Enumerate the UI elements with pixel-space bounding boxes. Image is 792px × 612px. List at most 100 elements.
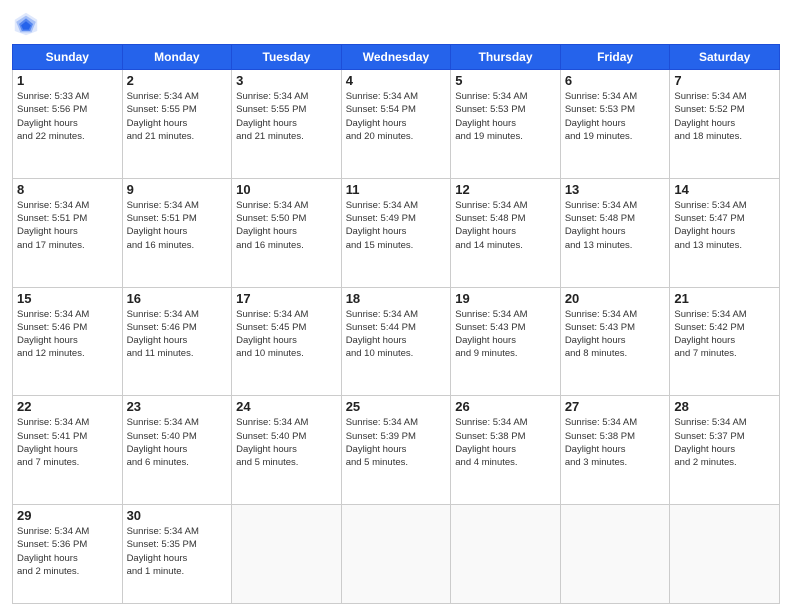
sunrise-label: Sunrise: 5:34 AM (127, 526, 199, 537)
daylight-label: Daylight hours (565, 226, 626, 237)
table-row: 24 Sunrise: 5:34 AM Sunset: 5:40 PM Dayl… (232, 396, 342, 505)
table-row: 12 Sunrise: 5:34 AM Sunset: 5:48 PM Dayl… (451, 178, 561, 287)
daylight-label: Daylight hours (674, 335, 735, 346)
sunset-label: Sunset: 5:51 PM (17, 213, 87, 224)
table-row: 29 Sunrise: 5:34 AM Sunset: 5:36 PM Dayl… (13, 505, 123, 604)
sunrise-label: Sunrise: 5:34 AM (565, 309, 637, 320)
sunset-label: Sunset: 5:38 PM (455, 431, 525, 442)
table-row: 10 Sunrise: 5:34 AM Sunset: 5:50 PM Dayl… (232, 178, 342, 287)
sunrise-label: Sunrise: 5:34 AM (674, 309, 746, 320)
col-saturday: Saturday (670, 45, 780, 70)
day-number: 21 (674, 291, 775, 306)
day-info: Sunrise: 5:34 AM Sunset: 5:41 PM Dayligh… (17, 416, 118, 469)
sunrise-label: Sunrise: 5:34 AM (346, 309, 418, 320)
table-row: 27 Sunrise: 5:34 AM Sunset: 5:38 PM Dayl… (560, 396, 670, 505)
calendar-week-row: 1 Sunrise: 5:33 AM Sunset: 5:56 PM Dayli… (13, 70, 780, 179)
day-number: 12 (455, 182, 556, 197)
daylight-duration: and 19 minutes. (455, 131, 523, 142)
day-info: Sunrise: 5:34 AM Sunset: 5:37 PM Dayligh… (674, 416, 775, 469)
day-number: 13 (565, 182, 666, 197)
table-row: 3 Sunrise: 5:34 AM Sunset: 5:55 PM Dayli… (232, 70, 342, 179)
day-number: 27 (565, 399, 666, 414)
day-number: 23 (127, 399, 228, 414)
day-number: 7 (674, 73, 775, 88)
day-info: Sunrise: 5:34 AM Sunset: 5:51 PM Dayligh… (17, 199, 118, 252)
sunrise-label: Sunrise: 5:34 AM (455, 200, 527, 211)
daylight-duration: and 20 minutes. (346, 131, 414, 142)
day-number: 4 (346, 73, 447, 88)
sunrise-label: Sunrise: 5:34 AM (236, 309, 308, 320)
daylight-label: Daylight hours (17, 226, 78, 237)
day-info: Sunrise: 5:34 AM Sunset: 5:38 PM Dayligh… (455, 416, 556, 469)
table-row (341, 505, 451, 604)
day-info: Sunrise: 5:34 AM Sunset: 5:43 PM Dayligh… (455, 308, 556, 361)
day-info: Sunrise: 5:34 AM Sunset: 5:55 PM Dayligh… (127, 90, 228, 143)
daylight-label: Daylight hours (674, 444, 735, 455)
daylight-duration: and 14 minutes. (455, 240, 523, 251)
sunset-label: Sunset: 5:43 PM (455, 322, 525, 333)
sunset-label: Sunset: 5:56 PM (17, 104, 87, 115)
table-row: 11 Sunrise: 5:34 AM Sunset: 5:49 PM Dayl… (341, 178, 451, 287)
daylight-duration: and 21 minutes. (236, 131, 304, 142)
table-row: 1 Sunrise: 5:33 AM Sunset: 5:56 PM Dayli… (13, 70, 123, 179)
table-row: 17 Sunrise: 5:34 AM Sunset: 5:45 PM Dayl… (232, 287, 342, 396)
sunset-label: Sunset: 5:43 PM (565, 322, 635, 333)
daylight-duration: and 5 minutes. (346, 457, 408, 468)
daylight-duration: and 21 minutes. (127, 131, 195, 142)
col-friday: Friday (560, 45, 670, 70)
sunrise-label: Sunrise: 5:34 AM (127, 417, 199, 428)
day-number: 11 (346, 182, 447, 197)
sunset-label: Sunset: 5:48 PM (455, 213, 525, 224)
sunrise-label: Sunrise: 5:34 AM (565, 91, 637, 102)
day-number: 8 (17, 182, 118, 197)
table-row: 15 Sunrise: 5:34 AM Sunset: 5:46 PM Dayl… (13, 287, 123, 396)
daylight-label: Daylight hours (127, 444, 188, 455)
day-number: 25 (346, 399, 447, 414)
daylight-duration: and 12 minutes. (17, 348, 85, 359)
daylight-label: Daylight hours (674, 118, 735, 129)
table-row: 6 Sunrise: 5:34 AM Sunset: 5:53 PM Dayli… (560, 70, 670, 179)
day-number: 10 (236, 182, 337, 197)
table-row: 18 Sunrise: 5:34 AM Sunset: 5:44 PM Dayl… (341, 287, 451, 396)
table-row: 19 Sunrise: 5:34 AM Sunset: 5:43 PM Dayl… (451, 287, 561, 396)
sunrise-label: Sunrise: 5:34 AM (236, 417, 308, 428)
table-row: 5 Sunrise: 5:34 AM Sunset: 5:53 PM Dayli… (451, 70, 561, 179)
day-info: Sunrise: 5:34 AM Sunset: 5:55 PM Dayligh… (236, 90, 337, 143)
daylight-duration: and 7 minutes. (674, 348, 736, 359)
daylight-duration: and 13 minutes. (565, 240, 633, 251)
daylight-label: Daylight hours (127, 118, 188, 129)
sunset-label: Sunset: 5:44 PM (346, 322, 416, 333)
table-row: 26 Sunrise: 5:34 AM Sunset: 5:38 PM Dayl… (451, 396, 561, 505)
day-number: 16 (127, 291, 228, 306)
table-row: 9 Sunrise: 5:34 AM Sunset: 5:51 PM Dayli… (122, 178, 232, 287)
daylight-label: Daylight hours (346, 444, 407, 455)
day-info: Sunrise: 5:34 AM Sunset: 5:47 PM Dayligh… (674, 199, 775, 252)
day-number: 22 (17, 399, 118, 414)
table-row (560, 505, 670, 604)
day-info: Sunrise: 5:34 AM Sunset: 5:49 PM Dayligh… (346, 199, 447, 252)
sunset-label: Sunset: 5:40 PM (236, 431, 306, 442)
calendar-week-row: 15 Sunrise: 5:34 AM Sunset: 5:46 PM Dayl… (13, 287, 780, 396)
daylight-duration: and 11 minutes. (127, 348, 194, 359)
daylight-label: Daylight hours (17, 118, 78, 129)
sunrise-label: Sunrise: 5:33 AM (17, 91, 89, 102)
sunset-label: Sunset: 5:51 PM (127, 213, 197, 224)
sunrise-label: Sunrise: 5:34 AM (17, 200, 89, 211)
sunrise-label: Sunrise: 5:34 AM (674, 417, 746, 428)
calendar-week-row: 22 Sunrise: 5:34 AM Sunset: 5:41 PM Dayl… (13, 396, 780, 505)
day-number: 14 (674, 182, 775, 197)
daylight-duration: and 5 minutes. (236, 457, 298, 468)
sunset-label: Sunset: 5:49 PM (346, 213, 416, 224)
day-number: 17 (236, 291, 337, 306)
day-info: Sunrise: 5:34 AM Sunset: 5:36 PM Dayligh… (17, 525, 118, 578)
daylight-duration: and 18 minutes. (674, 131, 742, 142)
day-number: 26 (455, 399, 556, 414)
daylight-label: Daylight hours (236, 335, 297, 346)
sunrise-label: Sunrise: 5:34 AM (127, 91, 199, 102)
daylight-duration: and 10 minutes. (236, 348, 304, 359)
daylight-label: Daylight hours (236, 226, 297, 237)
daylight-label: Daylight hours (674, 226, 735, 237)
sunset-label: Sunset: 5:38 PM (565, 431, 635, 442)
daylight-label: Daylight hours (346, 118, 407, 129)
day-number: 3 (236, 73, 337, 88)
